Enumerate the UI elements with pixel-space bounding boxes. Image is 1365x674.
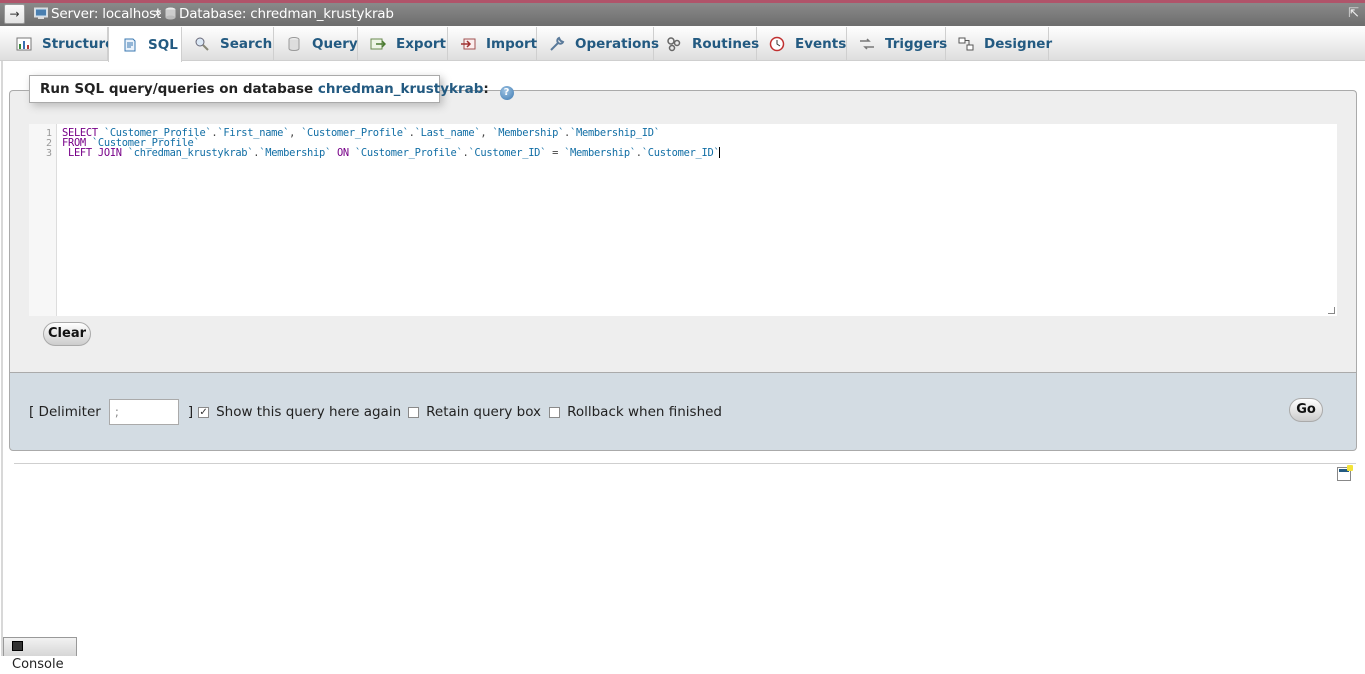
tab-import[interactable]: Import — [448, 27, 537, 61]
tab-export[interactable]: Export — [358, 27, 448, 61]
show-query-checkbox[interactable]: ✓ — [198, 406, 210, 418]
tab-label: SQL — [148, 36, 178, 53]
query-icon — [286, 36, 302, 52]
left-border — [1, 61, 3, 656]
server-icon — [34, 7, 48, 24]
tab-label: Structure — [42, 36, 115, 52]
rollback-label[interactable]: Rollback when finished — [567, 404, 722, 420]
tab-triggers[interactable]: Triggers — [847, 27, 948, 61]
export-icon — [370, 36, 386, 52]
tab-label: Triggers — [885, 36, 948, 52]
sql-panel-legend: Run SQL query/queries on database chredm… — [29, 75, 514, 103]
maximize-icon[interactable]: ⇱ — [1348, 6, 1359, 21]
breadcrumb-database[interactable]: Database: chredman_krustykrab — [165, 6, 394, 24]
delimiter-close-bracket: ] — [187, 404, 194, 420]
delimiter-input[interactable]: ; — [108, 399, 179, 425]
tab-label: Export — [396, 36, 446, 52]
designer-icon — [958, 36, 974, 52]
show-query-label[interactable]: Show this query here again — [216, 404, 401, 420]
database-icon — [165, 7, 176, 24]
legend-database-link[interactable]: chredman_krustykrab — [318, 81, 484, 97]
triggers-icon — [859, 36, 875, 52]
database-label: Database: chredman_krustykrab — [179, 6, 394, 22]
go-button[interactable]: Go — [1289, 398, 1323, 422]
resize-handle[interactable] — [1328, 307, 1335, 314]
console-label: Console — [12, 657, 64, 672]
tab-routines[interactable]: Routines — [654, 27, 760, 61]
search-icon — [194, 36, 210, 52]
server-label: Server: localhost — [51, 6, 162, 22]
tab-label: Events — [795, 36, 847, 52]
breadcrumb-separator: » — [154, 6, 162, 21]
tab-label: Operations — [575, 36, 660, 52]
legend-colon: : — [483, 81, 489, 97]
tab-label: Routines — [692, 36, 760, 52]
query-options-row: [ Delimiter ; ] ✓ Show this query here a… — [29, 399, 722, 425]
structure-icon — [16, 36, 32, 52]
tab-label: Search — [220, 36, 273, 52]
divider — [14, 463, 1356, 464]
tab-search[interactable]: Search — [182, 27, 274, 61]
tab-structure[interactable]: Structure — [0, 27, 114, 61]
tab-bar: Structure SQL Search Query Export Import… — [0, 26, 1365, 62]
sql-editor[interactable]: 1 2 3 SELECT `Customer_Profile`.`First_n… — [29, 124, 1337, 316]
tab-operations[interactable]: Operations — [537, 27, 659, 61]
legend-text: Run SQL query/queries on database — [40, 81, 314, 97]
tab-designer[interactable]: Designer — [946, 27, 1053, 61]
help-icon[interactable]: ? — [499, 86, 514, 100]
retain-query-box-label[interactable]: Retain query box — [426, 404, 541, 420]
tab-query[interactable]: Query — [274, 27, 358, 61]
routines-icon — [666, 36, 682, 52]
import-icon — [460, 36, 476, 52]
console-tab[interactable]: Console — [3, 637, 77, 672]
tab-label: Query — [312, 36, 358, 52]
tab-label: Designer — [984, 36, 1053, 52]
wrench-icon — [549, 36, 565, 52]
query-line-3: LEFT JOIN `chredman_krustykrab`.`Members… — [67, 147, 721, 159]
breadcrumb: → Server: localhost » Database: chredman… — [0, 3, 1365, 26]
line-number-gutter: 1 2 3 — [29, 124, 57, 316]
line-number: 3 — [45, 148, 52, 159]
tab-events[interactable]: Events — [757, 27, 847, 61]
sql-icon — [122, 37, 138, 53]
rollback-checkbox[interactable] — [549, 406, 561, 418]
clock-icon — [769, 36, 785, 52]
delimiter-label: [ Delimiter — [29, 404, 101, 420]
retain-query-box-checkbox[interactable] — [408, 406, 420, 418]
tab-label: Import — [486, 36, 538, 52]
console-icon — [12, 641, 23, 651]
collapse-navigation-button[interactable]: → — [4, 4, 25, 24]
tab-sql[interactable]: SQL — [108, 27, 182, 62]
bookmark-page-icon[interactable] — [1337, 465, 1353, 481]
clear-button[interactable]: Clear — [43, 322, 91, 346]
breadcrumb-server[interactable]: Server: localhost — [34, 6, 161, 24]
